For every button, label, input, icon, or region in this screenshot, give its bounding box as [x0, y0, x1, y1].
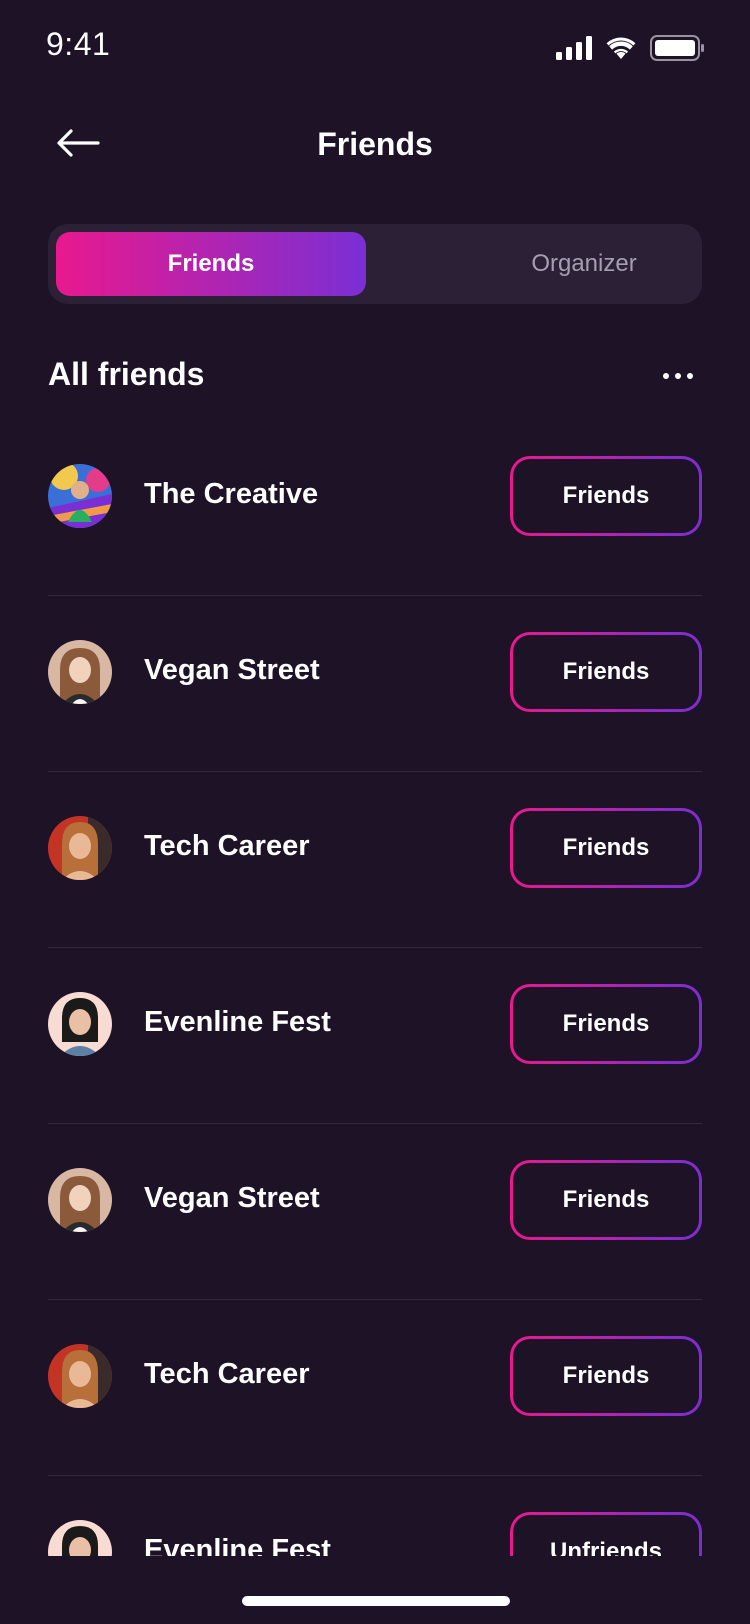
- unfriends-button[interactable]: Unfriends: [510, 1512, 702, 1556]
- friends-button[interactable]: Friends: [510, 984, 702, 1064]
- avatar: [48, 640, 112, 704]
- friends-button[interactable]: Friends: [510, 1336, 702, 1416]
- cellular-signal-icon: [556, 35, 592, 65]
- friends-button[interactable]: Friends: [510, 808, 702, 888]
- friends-button[interactable]: Friends: [510, 1160, 702, 1240]
- friends-button-label: Friends: [513, 987, 699, 1061]
- more-horizontal-icon-dot: [687, 373, 693, 379]
- list-item: Evenline Fest Unfriends: [48, 1476, 702, 1556]
- friend-name: The Creative: [144, 478, 319, 510]
- friend-name: Vegan Street: [144, 1182, 320, 1214]
- friend-name: Vegan Street: [144, 654, 320, 686]
- friends-button-label: Friends: [513, 811, 699, 885]
- friends-button-label: Friends: [513, 1339, 699, 1413]
- status-icons: [556, 34, 704, 67]
- avatar: [48, 992, 112, 1056]
- header: Friends: [0, 100, 750, 190]
- avatar: [48, 1520, 112, 1556]
- list-item: Vegan Street Friends: [48, 1124, 702, 1300]
- avatar: [48, 816, 112, 880]
- friend-name: Evenline Fest: [144, 1534, 331, 1556]
- more-horizontal-icon-dot: [663, 373, 669, 379]
- friends-button-label: Friends: [513, 459, 699, 533]
- avatar: [48, 1344, 112, 1408]
- friends-button[interactable]: Friends: [510, 632, 702, 712]
- wifi-icon: [606, 36, 636, 65]
- friend-name: Tech Career: [144, 830, 310, 862]
- unfriends-button-label: Unfriends: [513, 1515, 699, 1556]
- list-item: Tech Career Friends: [48, 1300, 702, 1476]
- avatar: [48, 1168, 112, 1232]
- status-bar: 9:41: [0, 0, 750, 90]
- friends-button[interactable]: Friends: [510, 456, 702, 536]
- tab-organizer[interactable]: Organizer: [429, 232, 739, 296]
- friends-button-label: Friends: [513, 1163, 699, 1237]
- home-indicator: [242, 1596, 510, 1606]
- more-horizontal-icon-dot: [675, 373, 681, 379]
- tab-friends[interactable]: Friends: [56, 232, 366, 296]
- avatar: [48, 464, 112, 528]
- list-item: Tech Career Friends: [48, 772, 702, 948]
- list-item: The Creative Friends: [48, 420, 702, 596]
- list-item: Evenline Fest Friends: [48, 948, 702, 1124]
- status-time: 9:41: [46, 26, 111, 62]
- section-title: All friends: [48, 356, 205, 392]
- friends-list: The Creative Friends Vegan Street Friend…: [0, 420, 750, 1556]
- friends-button-label: Friends: [513, 635, 699, 709]
- page-title: Friends: [317, 126, 433, 162]
- list-item: Vegan Street Friends: [48, 596, 702, 772]
- segmented-control: Friends Organizer: [48, 224, 702, 304]
- friend-name: Evenline Fest: [144, 1006, 331, 1038]
- battery-icon: [650, 34, 704, 67]
- more-options-button[interactable]: [658, 362, 698, 390]
- friend-name: Tech Career: [144, 1358, 310, 1390]
